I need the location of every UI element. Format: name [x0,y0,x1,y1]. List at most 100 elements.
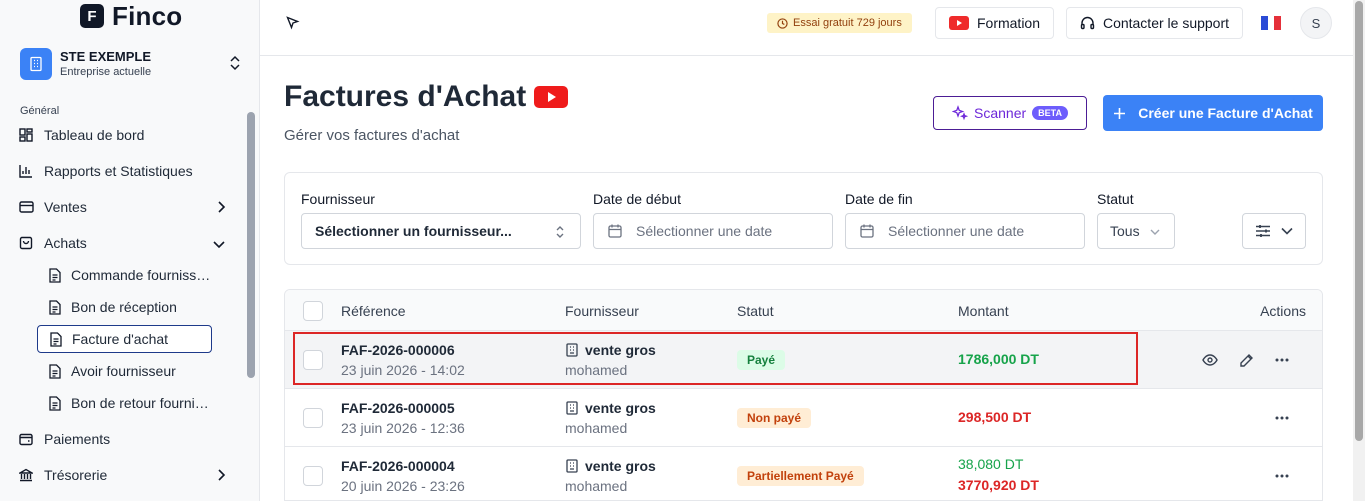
sidebar-subitem-bon-retour[interactable]: Bon de retour fournisseur [37,389,212,417]
finco-logo-icon: F [80,4,104,28]
bar-chart-icon [18,163,34,179]
credit-card-icon [18,199,34,215]
sidebar-subitem-commande-fournisseur[interactable]: Commande fournisseur [37,261,212,289]
contact-support-button[interactable]: Contacter le support [1066,7,1243,39]
edit-pencil-icon[interactable] [1236,350,1256,370]
youtube-icon[interactable] [534,86,569,108]
column-header-status[interactable]: Statut [737,303,774,319]
sidebar-subitem-label: Bon de retour fournisseur [71,395,211,411]
supplier-name-text: vente gros [585,458,656,474]
sidebar-item-tresorerie[interactable]: Trésorerie [18,461,230,489]
end-date-picker[interactable]: Sélectionner une date [845,213,1085,249]
supplier-filter-label: Fournisseur [301,191,375,207]
building-icon [566,343,578,357]
page-subtitle: Gérer vos factures d'achat [284,127,460,144]
company-switcher[interactable]: STE EXEMPLE Entreprise actuelle [20,46,250,82]
invoice-reference[interactable]: FAF-2026-000006 [341,342,455,358]
sidebar-subitem-bon-reception[interactable]: Bon de réception [37,293,212,321]
french-flag-icon[interactable] [1261,16,1282,30]
supplier-select[interactable]: Sélectionner un fournisseur... [301,213,581,249]
column-header-actions: Actions [1260,303,1306,319]
supplier-name-text: vente gros [585,342,656,358]
sidebar-subitem-label: Avoir fournisseur [71,363,176,379]
pointer-cursor-icon[interactable] [286,16,300,35]
select-all-checkbox[interactable] [303,301,323,321]
row-checkbox[interactable] [303,408,323,428]
create-invoice-button[interactable]: Créer une Facture d'Achat [1103,95,1323,131]
building-icon [566,459,578,473]
create-invoice-label: Créer une Facture d'Achat [1138,105,1313,121]
company-name: STE EXEMPLE [60,48,152,64]
sidebar-scrollbar[interactable] [247,112,255,378]
wallet-icon [18,431,34,447]
document-icon [47,395,63,411]
supplier-name: vente gros [565,342,656,358]
column-header-supplier[interactable]: Fournisseur [565,303,639,319]
table-row[interactable]: FAF-2026-000004 20 juin 2026 - 23:26 ven… [285,447,1322,500]
invoice-amount: 1786,000 DT [958,351,1039,367]
chevron-down-icon [212,236,226,252]
invoice-amount: 298,500 DT [958,409,1032,425]
table-row[interactable]: FAF-2026-000005 23 juin 2026 - 12:36 ven… [285,389,1322,447]
sidebar-item-reports[interactable]: Rapports et Statistiques [18,157,230,185]
calendar-icon [860,224,874,238]
sidebar-item-label: Tableau de bord [44,127,145,143]
invoice-date: 23 juin 2026 - 12:36 [341,420,465,436]
document-icon [47,267,63,283]
sidebar-item-achats[interactable]: Achats [18,229,230,257]
chevron-right-icon [216,200,226,217]
more-options-icon[interactable] [1272,408,1292,428]
table-header: Référence Fournisseur Statut Montant Act… [285,290,1322,331]
start-date-picker[interactable]: Sélectionner une date [593,213,833,249]
support-label: Contacter le support [1102,15,1230,31]
invoice-reference[interactable]: FAF-2026-000004 [341,458,455,474]
table-row[interactable]: FAF-2026-000006 23 juin 2026 - 14:02 ven… [285,331,1322,389]
sidebar-item-label: Rapports et Statistiques [44,163,193,179]
scanner-button[interactable]: Scanner BETA [933,96,1087,130]
document-icon [48,331,64,347]
view-eye-icon[interactable] [1200,350,1220,370]
page-scrollbar[interactable] [1353,0,1365,501]
dashboard-grid-icon [18,127,34,143]
sparkles-icon [952,105,968,121]
column-header-reference[interactable]: Référence [341,303,406,319]
clock-icon [777,17,788,29]
supplier-contact: mohamed [565,362,628,378]
column-header-amount[interactable]: Montant [958,303,1009,319]
status-select[interactable]: Tous [1097,213,1175,249]
start-date-placeholder: Sélectionner une date [636,223,773,239]
company-subtitle: Entreprise actuelle [60,65,152,78]
chevron-up-down-icon [556,226,564,238]
youtube-icon [948,16,969,30]
page-title: Factures d'Achat [284,80,569,114]
sidebar-item-paiements[interactable]: Paiements [18,425,230,453]
advanced-filters-button[interactable] [1242,213,1306,249]
sidebar-item-ventes[interactable]: Ventes [18,193,230,221]
more-options-icon[interactable] [1272,350,1292,370]
sidebar-subitem-facture-achat[interactable]: Facture d'achat [37,325,212,353]
sidebar-subitem-avoir-fournisseur[interactable]: Avoir fournisseur [37,357,212,385]
invoice-date: 20 juin 2026 - 23:26 [341,478,465,494]
supplier-contact: mohamed [565,420,628,436]
row-checkbox[interactable] [303,466,323,486]
more-options-icon[interactable] [1272,466,1292,486]
bank-icon [18,467,34,483]
invoice-reference[interactable]: FAF-2026-000005 [341,400,455,416]
page-scrollbar-thumb[interactable] [1355,1,1363,441]
supplier-name: vente gros [565,458,656,474]
formation-button[interactable]: Formation [935,7,1054,39]
status-badge: Partiellement Payé [737,466,864,486]
status-badge: Payé [737,350,786,370]
plus-icon [1114,107,1126,119]
sidebar-item-dashboard[interactable]: Tableau de bord [18,121,230,149]
row-checkbox[interactable] [303,350,323,370]
sidebar-item-label: Ventes [44,199,87,215]
building-icon [20,48,52,80]
brand-logo[interactable]: F Finco [80,2,182,30]
sidebar-item-label: Trésorerie [44,467,108,483]
end-date-placeholder: Sélectionner une date [888,223,1025,239]
user-avatar[interactable]: S [1300,7,1332,39]
sidebar-subitem-label: Commande fournisseur [71,267,211,283]
status-badge: Non payé [737,408,812,428]
supplier-name: vente gros [565,400,656,416]
